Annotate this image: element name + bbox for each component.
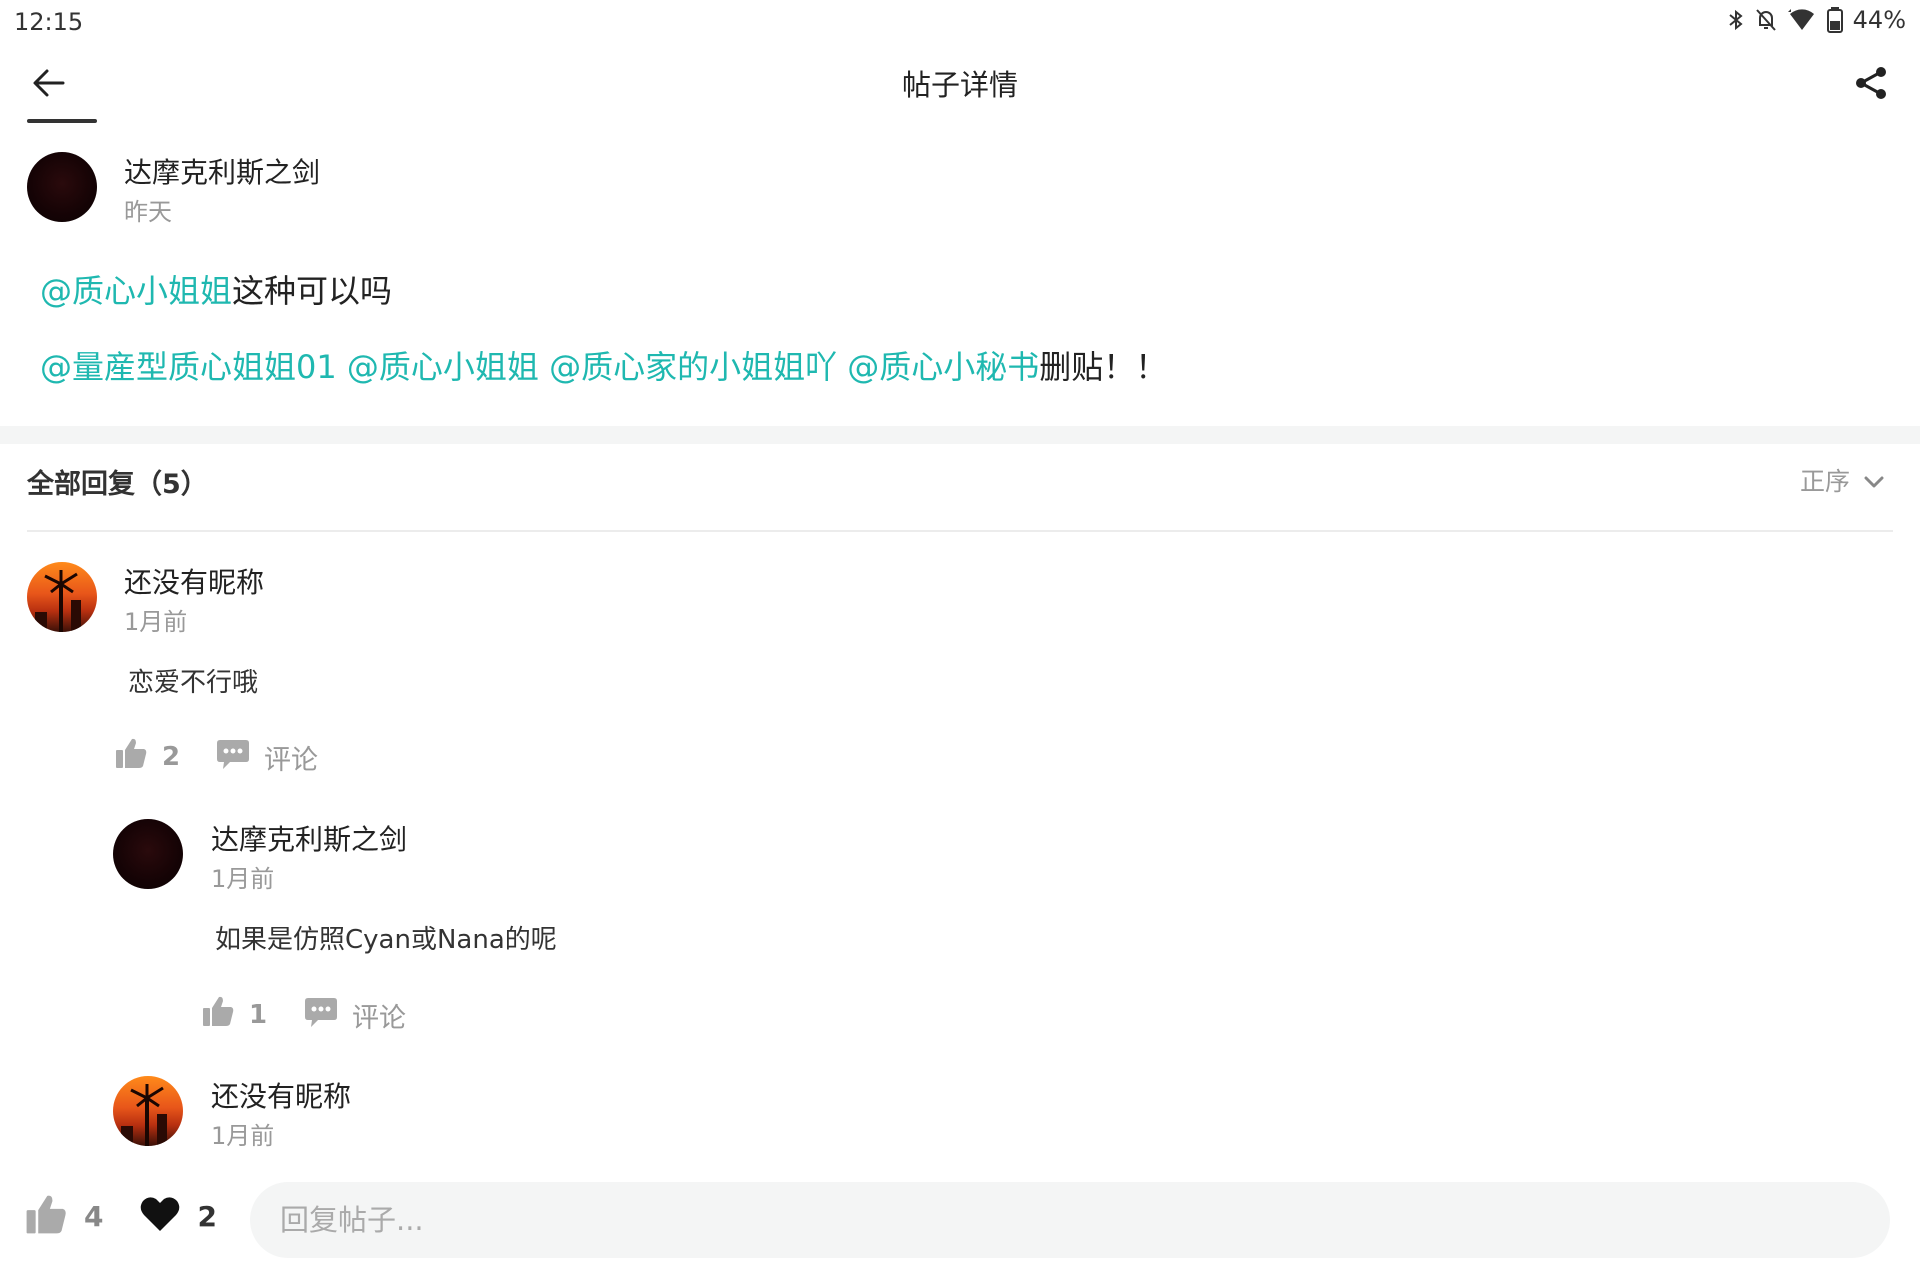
battery-icon <box>1826 7 1843 33</box>
chevron-down-icon <box>1864 466 1884 495</box>
reply-time: 1月前 <box>211 865 275 893</box>
mention-link[interactable]: @量産型质心姐姐01 <box>40 348 337 386</box>
mention-link[interactable]: @质心小秘书 <box>847 348 1039 386</box>
favorite-count: 2 <box>197 1199 217 1233</box>
thumbs-up-icon <box>201 994 235 1035</box>
reply-time: 1月前 <box>211 1122 275 1150</box>
reply-time: 1月前 <box>124 608 188 636</box>
notifications-off-icon <box>1755 8 1777 32</box>
mention-link[interactable]: @质心家的小姐姐吖 <box>549 348 837 386</box>
like-button[interactable]: 1 <box>201 994 267 1035</box>
like-count: 2 <box>162 741 181 772</box>
header-underline <box>27 119 97 123</box>
page-title: 帖子详情 <box>901 68 1018 102</box>
post-line-2: @量産型质心姐姐01 @质心小姐姐 @质心家的小姐姐吖 @质心小秘书删贴！！ <box>40 342 1167 388</box>
comment-label: 评论 <box>352 1003 406 1034</box>
post-text: 删贴！！ <box>1039 348 1168 386</box>
status-time: 12:15 <box>14 8 84 36</box>
section-divider <box>0 426 1920 444</box>
like-count: 1 <box>249 999 268 1030</box>
chat-bubble-icon <box>216 738 250 777</box>
reply-text: 恋爱不行哦 <box>128 668 259 698</box>
bluetooth-icon <box>1727 8 1745 32</box>
post-line-1: @质心小姐姐这种可以吗 <box>40 266 392 312</box>
chat-bubble-icon <box>304 996 338 1035</box>
reply-text: 如果是仿照Cyan或Nana的呢 <box>215 925 557 955</box>
reply-avatar[interactable] <box>113 819 183 889</box>
reply-avatar[interactable] <box>27 562 97 632</box>
sort-label: 正序 <box>1799 467 1850 496</box>
post-author-name[interactable]: 达摩克利斯之剑 <box>124 151 320 191</box>
wifi-icon <box>1787 8 1817 32</box>
reply-avatar[interactable] <box>113 1076 183 1146</box>
post-like-button[interactable]: 4 <box>24 1192 103 1240</box>
post-text: 这种可以吗 <box>232 272 393 310</box>
favorite-button[interactable]: 2 <box>139 1195 217 1237</box>
replies-divider <box>27 530 1893 532</box>
comment-button[interactable]: 评论 <box>304 996 406 1035</box>
reply-input[interactable] <box>250 1182 1890 1258</box>
share-button[interactable] <box>1846 60 1896 110</box>
reply-author-name[interactable]: 还没有昵称 <box>211 1075 351 1115</box>
battery-percent: 44% <box>1852 6 1906 34</box>
sort-dropdown[interactable]: 正序 <box>1800 462 1884 498</box>
replies-title: 全部回复（5） <box>27 469 208 500</box>
heart-icon <box>139 1195 181 1237</box>
mention-link[interactable]: @质心小姐姐 <box>40 272 232 310</box>
reply-author-name[interactable]: 还没有昵称 <box>124 561 264 601</box>
reply-author-name[interactable]: 达摩克利斯之剑 <box>211 818 407 858</box>
author-avatar[interactable] <box>27 152 97 222</box>
thumbs-up-icon <box>114 736 148 777</box>
share-icon <box>1854 66 1888 104</box>
thumbs-up-icon <box>24 1192 68 1240</box>
bottom-actions: 4 2 <box>24 1192 217 1240</box>
comment-button[interactable]: 评论 <box>216 738 318 777</box>
mention-link[interactable]: @质心小姐姐 <box>347 348 539 386</box>
comment-label: 评论 <box>264 745 318 776</box>
status-icons: 44% <box>1727 6 1906 34</box>
like-button[interactable]: 2 <box>114 736 180 777</box>
post-time: 昨天 <box>124 198 172 226</box>
post-like-count: 4 <box>84 1199 104 1233</box>
